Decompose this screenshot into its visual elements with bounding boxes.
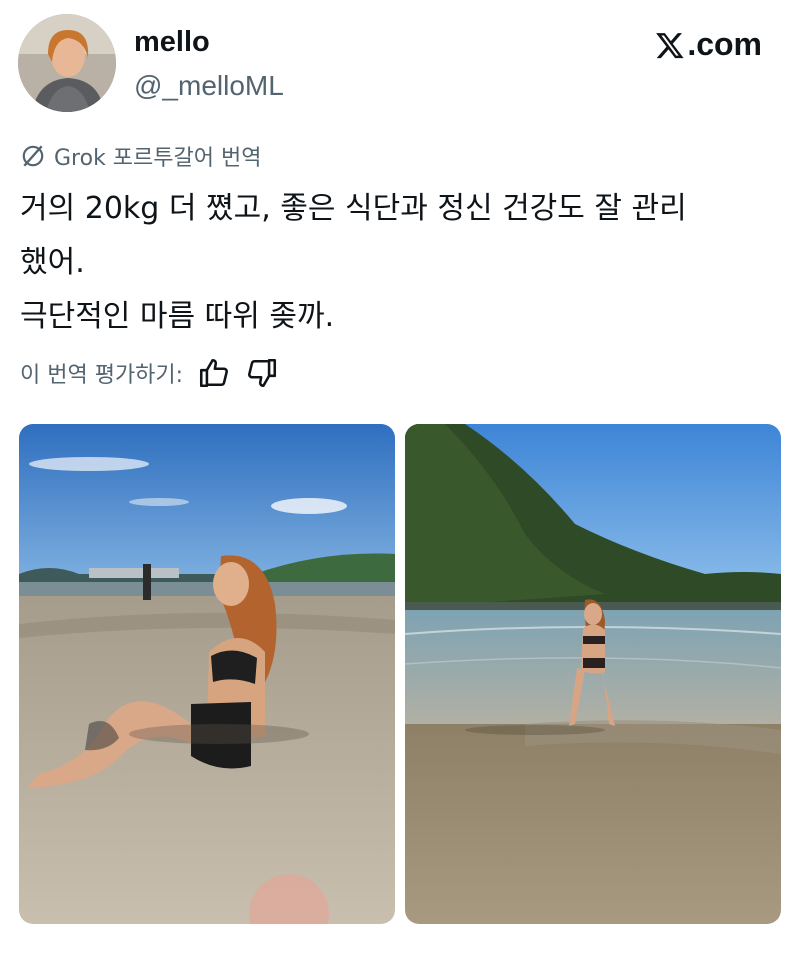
thumbs-down-icon[interactable] xyxy=(245,356,279,390)
rate-translation: 이 번역 평가하기: xyxy=(20,356,279,390)
thumbs-up-icon[interactable] xyxy=(197,356,231,390)
x-logo: .com xyxy=(655,26,762,63)
x-icon xyxy=(656,32,684,58)
translation-indicator: Grok 포르투갈어 번역 xyxy=(20,140,261,172)
grok-icon xyxy=(22,145,44,167)
media-photo-1[interactable] xyxy=(19,424,395,924)
tweet-header: mello @_melloML .com xyxy=(0,0,800,120)
tweet-line: 거의 20kg 더 쪘고, 좋은 식단과 정신 건강도 잘 관리 xyxy=(20,191,687,226)
media-photo-2[interactable] xyxy=(405,424,781,924)
user-handle[interactable]: @_melloML xyxy=(134,70,284,102)
translation-label: Grok 포르투갈어 번역 xyxy=(54,146,262,171)
tweet-line: 극단적인 마름 따위 좆까. xyxy=(20,299,335,334)
avatar[interactable] xyxy=(18,14,116,112)
display-name[interactable]: mello xyxy=(134,26,210,59)
rate-label: 이 번역 평가하기: xyxy=(20,363,184,388)
site-domain: .com xyxy=(687,26,762,62)
tweet-text: 거의 20kg 더 쪘고, 좋은 식단과 정신 건강도 잘 관리 했어. 극단적… xyxy=(20,182,780,344)
tweet-line: 했어. xyxy=(20,245,85,280)
